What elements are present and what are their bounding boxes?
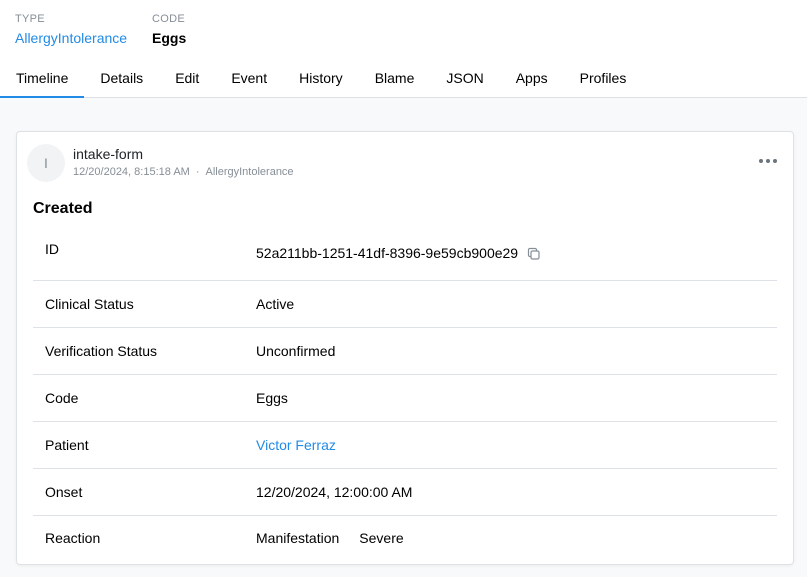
tab-edit[interactable]: Edit — [159, 60, 215, 98]
tab-bar: Timeline Details Edit Event History Blam… — [0, 60, 642, 98]
field-label: Clinical Status — [45, 296, 134, 312]
table-row-patient: Patient Victor Ferraz — [33, 422, 777, 469]
tab-apps[interactable]: Apps — [500, 60, 564, 98]
field-label: Patient — [45, 437, 89, 453]
field-label: Verification Status — [45, 343, 158, 359]
reaction-manifestation: Manifestation — [256, 530, 340, 546]
tab-details[interactable]: Details — [84, 60, 159, 98]
table-row-code: Code Eggs — [33, 375, 777, 422]
tab-history[interactable]: History — [283, 60, 359, 98]
more-horizontal-icon[interactable] — [759, 154, 779, 168]
entry-author[interactable]: intake-form — [73, 146, 143, 162]
id-value: 52a211bb-1251-41df-8396-9e59cb900e29 — [256, 245, 519, 261]
menu-dot — [773, 159, 777, 163]
entry-resource-type: AllergyIntolerance — [205, 166, 294, 178]
field-value-cell: 52a211bb-1251-41df-8396-9e59cb900e29 — [256, 226, 777, 280]
table-row-reaction: Reaction Manifestation Severe — [33, 516, 777, 560]
type-label: TYPE — [15, 13, 45, 25]
field-label: Code — [45, 390, 79, 406]
table-row-verification-status: Verification Status Unconfirmed — [33, 328, 777, 375]
table-row-onset: Onset 12/20/2024, 12:00:00 AM — [33, 469, 777, 516]
field-label: ID — [45, 241, 59, 257]
menu-dot — [759, 159, 763, 163]
timeline-entry-card: I intake-form 12/20/2024, 8:15:18 AM · All… — [16, 131, 794, 565]
code-label: CODE — [152, 13, 185, 25]
reaction-severity: Severe — [359, 530, 404, 546]
tab-json[interactable]: JSON — [430, 60, 499, 98]
field-value: Eggs — [256, 390, 288, 406]
type-meta: TYPE AllergyIntolerance — [15, 12, 127, 47]
field-label: Onset — [45, 484, 83, 500]
code-value: Eggs — [152, 30, 187, 46]
entry-subline: 12/20/2024, 8:15:18 AM · AllergyIntoleranc… — [73, 166, 294, 178]
resource-header: TYPE AllergyIntolerance CODE Eggs Timeli… — [0, 0, 807, 98]
menu-dot — [766, 159, 770, 163]
patient-link[interactable]: Victor Ferraz — [256, 437, 336, 453]
details-table: ID 52a211bb-1251-41df-8396-9e59cb900e29 … — [33, 226, 777, 560]
tab-profiles[interactable]: Profiles — [564, 60, 643, 98]
field-value: 12/20/2024, 12:00:00 AM — [256, 484, 413, 500]
tab-event[interactable]: Event — [215, 60, 283, 98]
field-value-cell: Manifestation Severe — [256, 530, 777, 546]
tab-timeline[interactable]: Timeline — [0, 60, 85, 98]
table-row-id: ID 52a211bb-1251-41df-8396-9e59cb900e29 — [33, 226, 777, 281]
separator-dot: · — [195, 166, 200, 178]
entry-timestamp[interactable]: 12/20/2024, 8:15:18 AM — [73, 166, 190, 178]
type-link[interactable]: AllergyIntolerance — [15, 29, 127, 47]
code-meta: CODE Eggs — [152, 12, 186, 47]
field-label: Reaction — [45, 530, 101, 546]
table-row-clinical-status: Clinical Status Active — [33, 281, 777, 328]
copy-icon[interactable] — [527, 247, 541, 264]
field-value: Unconfirmed — [256, 343, 336, 359]
section-title: Created — [33, 200, 93, 217]
field-value-cell: Victor Ferraz — [256, 437, 777, 453]
avatar[interactable]: I — [27, 144, 65, 182]
field-value: Active — [256, 296, 295, 312]
tab-blame[interactable]: Blame — [359, 60, 431, 98]
